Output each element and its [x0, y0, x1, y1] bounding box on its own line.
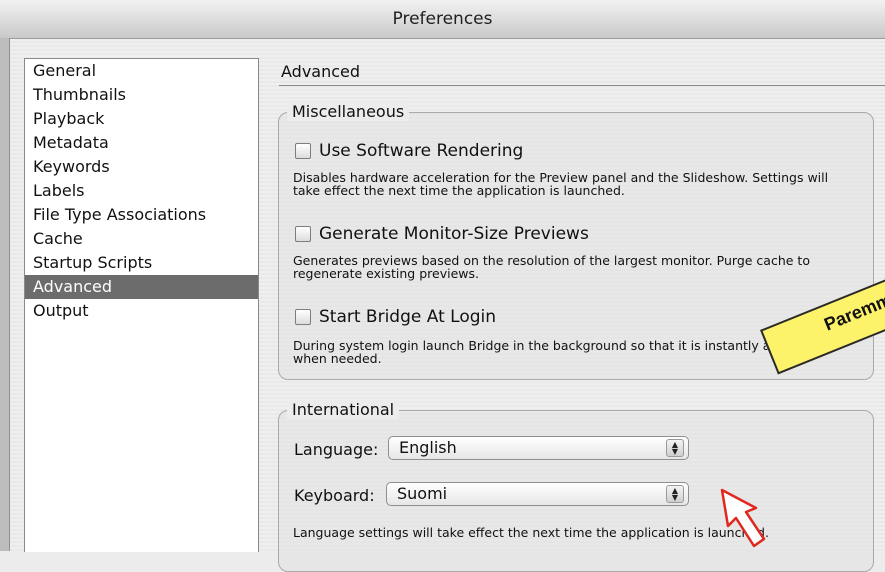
language-select[interactable]: English ▲ ▼: [388, 436, 689, 460]
keyboard-label: Keyboard:: [294, 486, 375, 505]
window-title: Preferences: [392, 9, 493, 29]
sidebar-item-playback[interactable]: Playback: [25, 107, 258, 131]
miscellaneous-legend: Miscellaneous: [287, 102, 410, 121]
language-label: Language:: [294, 440, 379, 459]
sidebar-item-file-type-associations[interactable]: File Type Associations: [25, 203, 258, 227]
software-rendering-description: Disables hardware acceleration for the P…: [293, 170, 829, 198]
start-at-login-description: During system login launch Bridge in the…: [293, 338, 820, 366]
keyboard-select[interactable]: Suomi ▲ ▼: [386, 482, 689, 506]
sidebar-item-thumbnails[interactable]: Thumbnails: [25, 83, 258, 107]
sidebar-item-startup-scripts[interactable]: Startup Scripts: [25, 251, 258, 275]
start-at-login-option[interactable]: Start Bridge At Login: [295, 307, 496, 327]
language-selected-value: English: [399, 438, 457, 457]
monitor-previews-description: Generates previews based on the resoluti…: [293, 253, 810, 281]
monitor-previews-checkbox[interactable]: [295, 226, 311, 242]
section-divider: [279, 85, 885, 86]
sidebar-item-cache[interactable]: Cache: [25, 227, 258, 251]
sidebar-item-labels[interactable]: Labels: [25, 179, 258, 203]
updown-arrows-icon: ▲ ▼: [666, 485, 684, 503]
software-rendering-checkbox[interactable]: [295, 143, 311, 159]
sidebar-item-metadata[interactable]: Metadata: [25, 131, 258, 155]
sidebar-item-output[interactable]: Output: [25, 299, 258, 323]
international-legend: International: [287, 400, 400, 419]
start-at-login-checkbox[interactable]: [295, 309, 311, 325]
start-at-login-label[interactable]: Start Bridge At Login: [319, 307, 496, 327]
sidebar-item-advanced[interactable]: Advanced: [25, 275, 258, 299]
software-rendering-label[interactable]: Use Software Rendering: [319, 141, 523, 161]
keyboard-selected-value: Suomi: [397, 484, 448, 503]
annotation-arrow-icon: [720, 488, 766, 548]
monitor-previews-label[interactable]: Generate Monitor-Size Previews: [319, 224, 589, 244]
sidebar-item-general[interactable]: General: [25, 59, 258, 83]
section-title: Advanced: [281, 62, 361, 81]
monitor-previews-option[interactable]: Generate Monitor-Size Previews: [295, 224, 589, 244]
updown-arrows-icon: ▲ ▼: [666, 439, 684, 457]
sidebar-item-keywords[interactable]: Keywords: [25, 155, 258, 179]
software-rendering-option[interactable]: Use Software Rendering: [295, 141, 523, 161]
window-edge: [0, 38, 10, 551]
category-list[interactable]: General Thumbnails Playback Metadata Key…: [24, 58, 259, 552]
window-titlebar: Preferences: [0, 0, 885, 39]
